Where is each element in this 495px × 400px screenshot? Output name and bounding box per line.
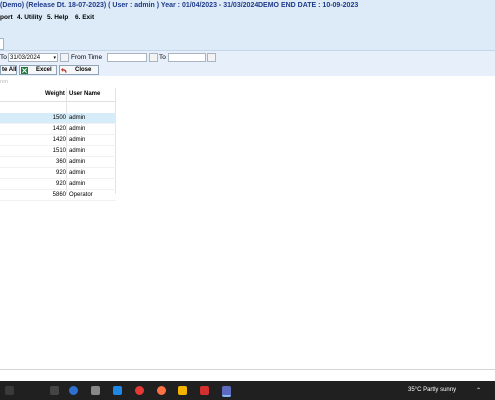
table-row[interactable]: 5860 Operator	[0, 190, 116, 201]
to-date-label: To	[0, 54, 7, 61]
weight-cell: 360	[55, 159, 66, 165]
filter-hint-text: ren	[0, 79, 8, 85]
search-icon[interactable]	[50, 386, 59, 395]
status-divider	[0, 369, 495, 370]
weather-widget[interactable]: 35°C Partly sunny	[408, 386, 456, 395]
window-title: (Demo) (Release Dt. 18-07-2023) ( User :…	[0, 2, 259, 9]
delete-all-button[interactable]: te All	[0, 65, 17, 75]
title-bar: (Demo) (Release Dt. 18-07-2023) ( User :…	[0, 0, 495, 12]
to-time-picker-button[interactable]	[207, 53, 216, 62]
grid-spacer-row	[0, 102, 116, 113]
group-filter-hint: ren	[0, 76, 495, 88]
table-row[interactable]: 360 admin	[0, 157, 116, 168]
chevron-up-icon[interactable]: ⌃	[476, 387, 481, 394]
weight-cell: 1510	[52, 148, 66, 154]
to-date-field[interactable]: 31/03/2024 ▾	[8, 53, 58, 62]
user-name-cell: Operator	[69, 192, 93, 198]
user-name-cell: admin	[69, 170, 86, 176]
user-name-cell: admin	[69, 126, 86, 132]
weight-cell: 920	[55, 181, 66, 187]
menu-item-utility[interactable]: 4. Utility	[17, 12, 42, 24]
calendar-button[interactable]	[60, 53, 69, 62]
taskbar: 35°C Partly sunny ⌃	[0, 381, 495, 400]
demo-end-date: DEMO END DATE : 10-09-2023	[258, 2, 359, 9]
filter-toolbar: To 31/03/2024 ▾ From Time To te All Exce…	[0, 50, 495, 77]
table-row[interactable]: 1420 admin	[0, 124, 116, 135]
dropdown-arrow-icon[interactable]: ▾	[53, 54, 56, 63]
chrome-icon[interactable]	[135, 386, 144, 395]
weight-cell: 1420	[52, 137, 66, 143]
user-name-cell: admin	[69, 137, 86, 143]
edge-icon[interactable]	[69, 386, 78, 395]
file-explorer-icon[interactable]	[178, 386, 187, 395]
weight-cell: 1500	[52, 115, 66, 121]
delete-all-label: te All	[2, 67, 17, 73]
taskview-icon[interactable]	[91, 386, 100, 395]
weight-cell: 1420	[52, 126, 66, 132]
user-name-cell: admin	[69, 181, 86, 187]
excel-button[interactable]: Excel	[19, 65, 57, 75]
wps-icon[interactable]	[200, 386, 209, 395]
excel-label: Excel	[36, 67, 52, 73]
windows-start-icon[interactable]	[5, 386, 14, 395]
from-time-label: From Time	[71, 54, 103, 61]
user-name-cell: admin	[69, 159, 86, 165]
data-grid: Weight User Name 1500 admin 1420 admin 1420 a…	[0, 88, 116, 201]
to-date-value: 31/03/2024	[10, 55, 41, 61]
weight-cell: 920	[55, 170, 66, 176]
ribbon-area	[0, 24, 495, 50]
table-row[interactable]: 920 admin	[0, 168, 116, 179]
undo-close-icon	[61, 67, 67, 73]
user-name-cell: admin	[69, 148, 86, 154]
header-user-name[interactable]: User Name	[69, 88, 100, 101]
firefox-icon[interactable]	[157, 386, 166, 395]
close-button[interactable]: Close	[59, 65, 99, 75]
menu-bar: port 4. Utility 5. Help 6. Exit	[0, 12, 495, 24]
close-label: Close	[75, 67, 92, 73]
store-icon[interactable]	[113, 386, 122, 395]
menu-item-help[interactable]: 5. Help	[47, 12, 68, 24]
grid-header-row: Weight User Name	[0, 88, 116, 102]
user-name-cell: admin	[69, 115, 86, 121]
from-time-field[interactable]	[107, 53, 147, 62]
table-row[interactable]: 1500 admin	[0, 113, 116, 124]
menu-item-exit[interactable]: 6. Exit	[75, 12, 94, 24]
app-icon[interactable]	[222, 386, 231, 397]
menu-item-report[interactable]: port	[0, 12, 13, 24]
from-time-picker-button[interactable]	[149, 53, 158, 62]
table-row[interactable]: 1420 admin	[0, 135, 116, 146]
table-row[interactable]: 1510 admin	[0, 146, 116, 157]
to-time-field[interactable]	[168, 53, 206, 62]
table-row[interactable]: 920 admin	[0, 179, 116, 190]
weight-cell: 5860	[52, 192, 66, 198]
to-time-label: To	[159, 54, 166, 61]
header-weight[interactable]: Weight	[45, 88, 65, 101]
excel-icon	[21, 67, 28, 74]
tab-stub[interactable]	[0, 38, 4, 50]
